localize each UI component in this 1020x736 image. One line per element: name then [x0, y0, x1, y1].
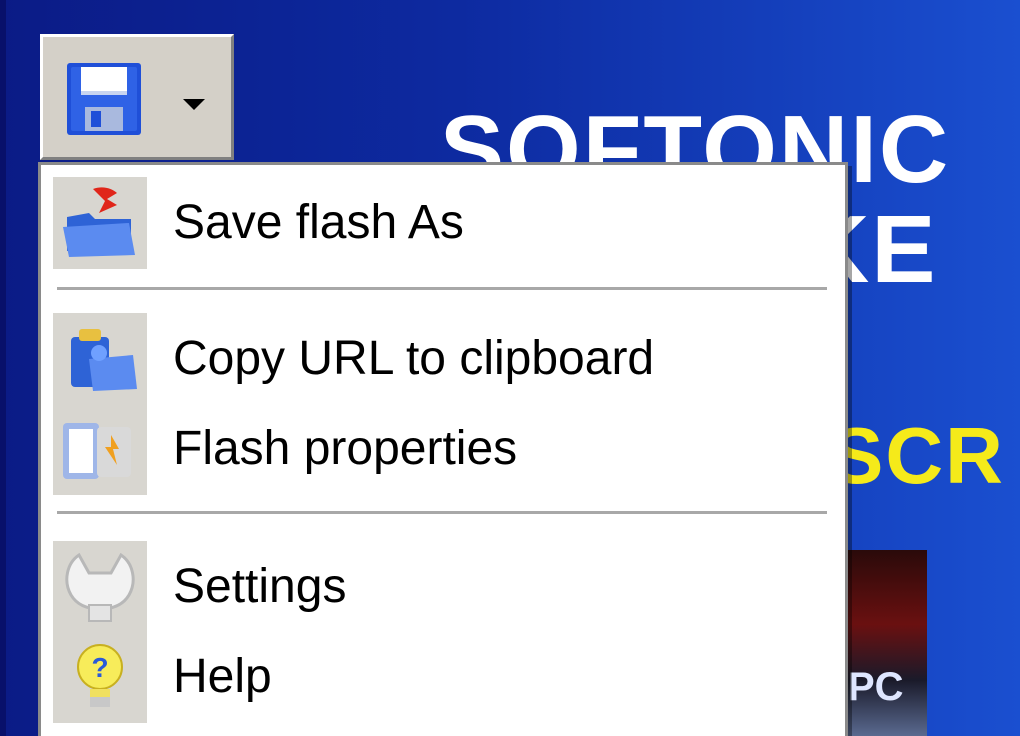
menu-item-settings[interactable]: Settings: [41, 541, 845, 633]
menu-separator: [57, 511, 827, 514]
menu-item-help[interactable]: ? Help: [41, 631, 845, 723]
background-banner-yellow-text: SCR: [830, 411, 1005, 500]
menu-item-label: Copy URL to clipboard: [173, 332, 655, 385]
menu-item-save-flash-as[interactable]: Save flash As: [41, 177, 845, 269]
menu-item-label: Settings: [173, 560, 347, 613]
floppy-disk-icon: [67, 63, 141, 135]
menu-item-copy-url[interactable]: Copy URL to clipboard: [41, 313, 845, 405]
copy-url-icon: [53, 313, 147, 405]
menu-item-label: Flash properties: [173, 422, 518, 475]
save-flash-icon: [53, 177, 147, 269]
background-product-box-label: PC: [848, 665, 904, 709]
menu-item-flash-properties[interactable]: Flash properties: [41, 403, 845, 495]
window-edge: [0, 0, 6, 736]
save-dropdown-button[interactable]: [40, 34, 234, 160]
dropdown-arrow-icon[interactable]: [183, 99, 205, 110]
help-icon: ?: [53, 631, 147, 723]
flash-properties-icon: [53, 403, 147, 495]
settings-icon: [53, 541, 147, 633]
svg-text:?: ?: [91, 652, 108, 683]
menu-item-label: Help: [173, 650, 272, 703]
menu-item-label: Save flash As: [173, 196, 464, 249]
menu-separator: [57, 287, 827, 290]
context-menu: Save flash As Copy URL to clipboard Flas…: [38, 162, 848, 736]
